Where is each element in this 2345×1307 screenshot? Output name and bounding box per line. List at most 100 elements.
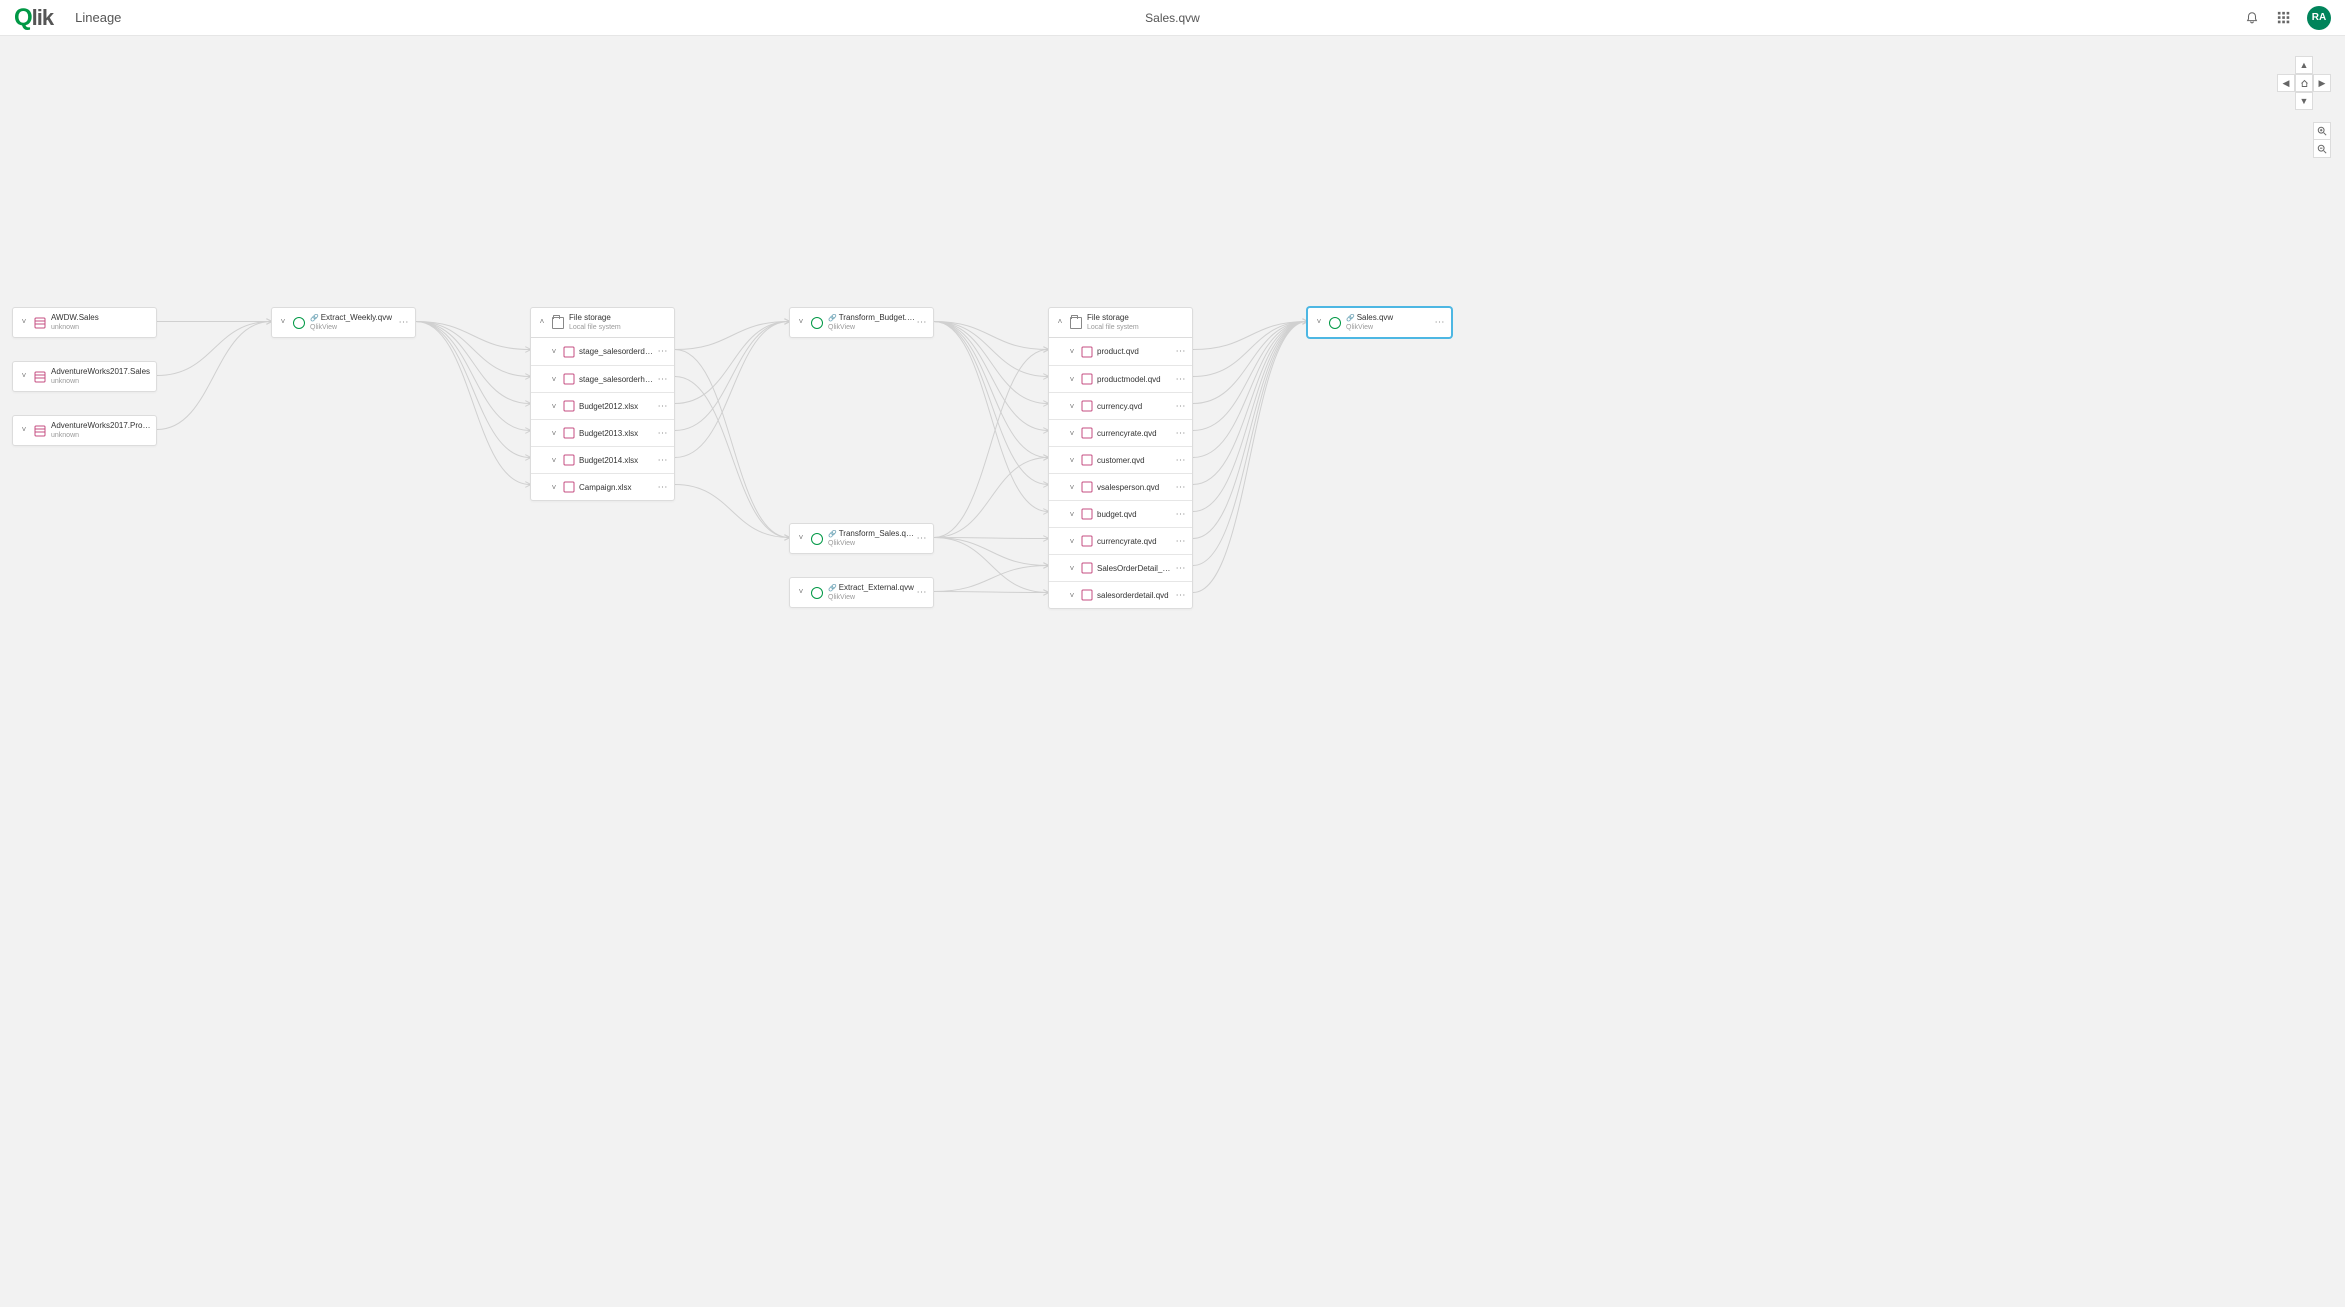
- node-header[interactable]: ˅ 🔗Extract_Weekly.qvw QlikView ⋯: [272, 308, 415, 337]
- child-b12[interactable]: ˅ Budget2012.xlsx ⋯: [531, 392, 674, 419]
- node-app_eexternal[interactable]: ˅ 🔗Extract_External.qvw QlikView ⋯: [789, 577, 934, 608]
- apps-grid-icon[interactable]: [2275, 9, 2293, 27]
- expand-icon[interactable]: ˄: [537, 318, 547, 327]
- child-label: Budget2012.xlsx: [579, 402, 656, 411]
- more-icon[interactable]: ⋯: [1174, 428, 1188, 439]
- more-icon[interactable]: ⋯: [1433, 317, 1447, 328]
- child-currency[interactable]: ˅ currency.qvd ⋯: [1049, 392, 1192, 419]
- expand-icon[interactable]: ˅: [1067, 347, 1077, 356]
- child-productmodel[interactable]: ˅ productmodel.qvd ⋯: [1049, 365, 1192, 392]
- expand-icon[interactable]: ˅: [549, 456, 559, 465]
- more-icon[interactable]: ⋯: [656, 374, 670, 385]
- child-camp[interactable]: ˅ Campaign.xlsx ⋯: [531, 473, 674, 500]
- expand-icon[interactable]: ˅: [1067, 510, 1077, 519]
- expand-icon[interactable]: ˅: [549, 402, 559, 411]
- expand-icon[interactable]: ˅: [796, 534, 806, 543]
- child-label: budget.qvd: [1097, 510, 1174, 519]
- notifications-icon[interactable]: [2243, 9, 2261, 27]
- node-header[interactable]: ˄ File storage Local file system: [531, 308, 674, 337]
- expand-icon[interactable]: ˅: [549, 375, 559, 384]
- child-stage_header[interactable]: ˅ stage_salesorderhead… ⋯: [531, 365, 674, 392]
- logo-letter-q: Q: [14, 4, 32, 32]
- pan-down-button[interactable]: ▼: [2295, 92, 2313, 110]
- more-icon[interactable]: ⋯: [1174, 590, 1188, 601]
- more-icon[interactable]: ⋯: [1174, 374, 1188, 385]
- node-app_tbudget[interactable]: ˅ 🔗Transform_Budget.qvw QlikView ⋯: [789, 307, 934, 338]
- node-app_sales[interactable]: ˅ 🔗Sales.qvw QlikView ⋯: [1307, 307, 1452, 338]
- more-icon[interactable]: ⋯: [397, 317, 411, 328]
- child-label: productmodel.qvd: [1097, 375, 1174, 384]
- node-header[interactable]: ˅ AWDW.Sales unknown: [13, 308, 156, 337]
- expand-icon[interactable]: ˅: [796, 318, 806, 327]
- expand-icon[interactable]: ˅: [549, 483, 559, 492]
- node-db3[interactable]: ˅ AdventureWorks2017.Produ… unknown: [12, 415, 157, 446]
- expand-icon[interactable]: ˅: [1067, 456, 1077, 465]
- more-icon[interactable]: ⋯: [1174, 509, 1188, 520]
- more-icon[interactable]: ⋯: [656, 428, 670, 439]
- node-header[interactable]: ˅ AdventureWorks2017.Produ… unknown: [13, 416, 156, 445]
- expand-icon[interactable]: ˅: [1067, 591, 1077, 600]
- expand-icon[interactable]: ˅: [1067, 483, 1077, 492]
- child-b13[interactable]: ˅ Budget2013.xlsx ⋯: [531, 419, 674, 446]
- node-header[interactable]: ˅ 🔗Transform_Sales.qvw QlikView ⋯: [790, 524, 933, 553]
- node-header[interactable]: ˅ 🔗Extract_External.qvw QlikView ⋯: [790, 578, 933, 607]
- expand-icon[interactable]: ˅: [19, 318, 29, 327]
- expand-icon[interactable]: ˅: [1067, 429, 1077, 438]
- child-currencyrate2[interactable]: ˅ currencyrate.qvd ⋯: [1049, 527, 1192, 554]
- pan-right-button[interactable]: ▶: [2313, 74, 2331, 92]
- zoom-in-button[interactable]: [2313, 122, 2331, 140]
- node-header[interactable]: ˄ File storage Local file system: [1049, 308, 1192, 337]
- child-budget[interactable]: ˅ budget.qvd ⋯: [1049, 500, 1192, 527]
- user-avatar[interactable]: RA: [2307, 6, 2331, 30]
- pan-home-button[interactable]: [2295, 74, 2313, 92]
- qvd-icon: [1081, 400, 1093, 412]
- child-customer[interactable]: ˅ customer.qvd ⋯: [1049, 446, 1192, 473]
- child-currencyrate[interactable]: ˅ currencyrate.qvd ⋯: [1049, 419, 1192, 446]
- expand-icon[interactable]: ˅: [278, 318, 288, 327]
- more-icon[interactable]: ⋯: [915, 317, 929, 328]
- child-stage_detail[interactable]: ˅ stage_salesorderdetail… ⋯: [531, 338, 674, 365]
- zoom-out-button[interactable]: [2313, 140, 2331, 158]
- node-app_tsales[interactable]: ˅ 🔗Transform_Sales.qvw QlikView ⋯: [789, 523, 934, 554]
- pan-left-button[interactable]: ◀: [2277, 74, 2295, 92]
- node-db2[interactable]: ˅ AdventureWorks2017.Sales unknown: [12, 361, 157, 392]
- expand-icon[interactable]: ˅: [796, 588, 806, 597]
- more-icon[interactable]: ⋯: [656, 482, 670, 493]
- child-vsalesperson[interactable]: ˅ vsalesperson.qvd ⋯: [1049, 473, 1192, 500]
- more-icon[interactable]: ⋯: [915, 533, 929, 544]
- more-icon[interactable]: ⋯: [656, 346, 670, 357]
- more-icon[interactable]: ⋯: [1174, 401, 1188, 412]
- node-header[interactable]: ˅ AdventureWorks2017.Sales unknown: [13, 362, 156, 391]
- more-icon[interactable]: ⋯: [1174, 455, 1188, 466]
- pan-controls: ▲ ◀ ▶ ▼: [2277, 56, 2331, 110]
- lineage-canvas[interactable]: ▲ ◀ ▶ ▼ ˅ AWDW.Sales unknown: [0, 36, 2345, 1307]
- expand-icon[interactable]: ˅: [19, 426, 29, 435]
- node-db1[interactable]: ˅ AWDW.Sales unknown: [12, 307, 157, 338]
- expand-icon[interactable]: ˅: [1067, 402, 1077, 411]
- more-icon[interactable]: ⋯: [656, 401, 670, 412]
- child-sod20[interactable]: ˅ SalesOrderDetail_20… ⋯: [1049, 554, 1192, 581]
- more-icon[interactable]: ⋯: [1174, 536, 1188, 547]
- node-app_extract[interactable]: ˅ 🔗Extract_Weekly.qvw QlikView ⋯: [271, 307, 416, 338]
- expand-icon[interactable]: ˅: [549, 429, 559, 438]
- node-fs1[interactable]: ˄ File storage Local file system ˅ stage…: [530, 307, 675, 501]
- pan-up-button[interactable]: ▲: [2295, 56, 2313, 74]
- node-header[interactable]: ˅ 🔗Transform_Budget.qvw QlikView ⋯: [790, 308, 933, 337]
- child-product[interactable]: ˅ product.qvd ⋯: [1049, 338, 1192, 365]
- more-icon[interactable]: ⋯: [1174, 346, 1188, 357]
- expand-icon[interactable]: ˅: [19, 372, 29, 381]
- node-header[interactable]: ˅ 🔗Sales.qvw QlikView ⋯: [1308, 308, 1451, 337]
- expand-icon[interactable]: ˄: [1055, 318, 1065, 327]
- more-icon[interactable]: ⋯: [1174, 482, 1188, 493]
- node-fs2[interactable]: ˄ File storage Local file system ˅ produ…: [1048, 307, 1193, 609]
- child-b14[interactable]: ˅ Budget2014.xlsx ⋯: [531, 446, 674, 473]
- expand-icon[interactable]: ˅: [1314, 318, 1324, 327]
- more-icon[interactable]: ⋯: [656, 455, 670, 466]
- more-icon[interactable]: ⋯: [1174, 563, 1188, 574]
- expand-icon[interactable]: ˅: [1067, 375, 1077, 384]
- expand-icon[interactable]: ˅: [549, 347, 559, 356]
- child-salesorderdetail[interactable]: ˅ salesorderdetail.qvd ⋯: [1049, 581, 1192, 608]
- expand-icon[interactable]: ˅: [1067, 564, 1077, 573]
- more-icon[interactable]: ⋯: [915, 587, 929, 598]
- expand-icon[interactable]: ˅: [1067, 537, 1077, 546]
